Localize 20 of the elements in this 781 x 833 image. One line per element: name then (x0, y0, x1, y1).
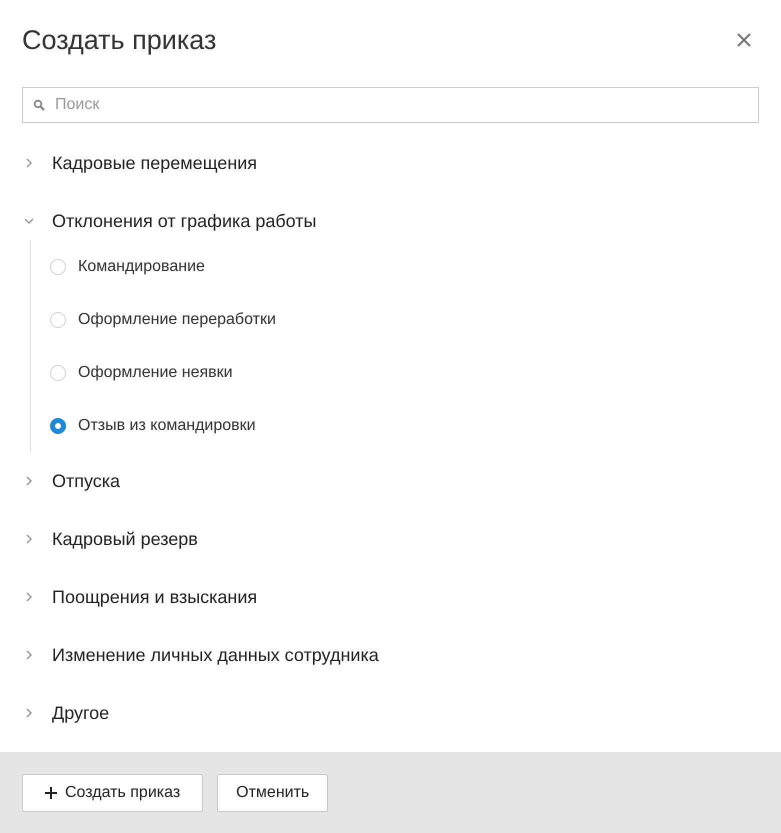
tree-group[interactable]: Кадровый резерв (22, 510, 759, 568)
cancel-button[interactable]: Отменить (217, 774, 328, 812)
radio-option[interactable]: Отзыв из командировки (50, 399, 759, 452)
option-label: Оформление неявки (78, 364, 233, 382)
tree-group[interactable]: Отпуска (22, 452, 759, 510)
dialog-title: Создать приказ (22, 24, 216, 56)
tree-group[interactable]: Поощрения и взыскания (22, 568, 759, 626)
tree-group[interactable]: Изменение личных данных сотрудника (22, 626, 759, 684)
option-label: Командирование (78, 258, 205, 276)
close-icon[interactable] (735, 31, 753, 49)
option-label: Отзыв из командировки (78, 416, 256, 434)
radio-button[interactable] (50, 418, 66, 434)
search-field[interactable]: Поиск (22, 87, 759, 123)
plus-icon (45, 786, 57, 798)
option-label: Оформление переработки (78, 310, 276, 328)
radio-option[interactable]: Оформление неявки (50, 346, 759, 399)
radio-option[interactable]: Оформление переработки (50, 293, 759, 346)
tree-group[interactable]: Другое (22, 684, 759, 742)
create-button[interactable]: Создать приказ (22, 774, 204, 812)
tree-group[interactable]: Кадровые перемещения (22, 134, 759, 192)
